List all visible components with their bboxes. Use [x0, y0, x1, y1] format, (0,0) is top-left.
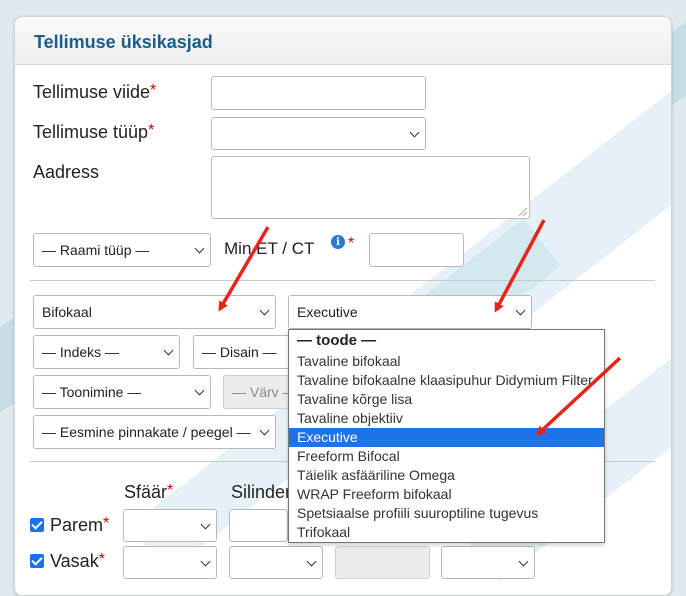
product-dropdown-list[interactable]: — toode — Tavaline bifokaal Tavaline bif… [288, 329, 605, 543]
chevron-down-icon [200, 556, 211, 566]
address-textarea[interactable] [211, 156, 530, 219]
card-title: Tellimuse üksikasjad [34, 32, 213, 52]
frame-type-select[interactable]: — Raami tüüp — [33, 233, 211, 267]
min-et-ct-input[interactable] [369, 233, 464, 267]
dropdown-option[interactable]: Trifokaal [289, 523, 604, 542]
section-divider [30, 280, 655, 281]
dropdown-option[interactable]: Täielik asfääriline Omega [289, 466, 604, 485]
index-select[interactable]: — Indeks — [33, 335, 180, 369]
min-et-ct-label: Min ET / CT [224, 239, 315, 258]
chevron-down-icon [306, 556, 317, 566]
lens-type-select[interactable]: Bifokaal [33, 295, 276, 329]
chevron-down-icon [259, 425, 270, 436]
dropdown-option-selected[interactable]: Executive [289, 428, 604, 447]
required-mark: * [348, 235, 355, 252]
info-icon[interactable]: i [331, 235, 345, 249]
chevron-down-icon [200, 519, 211, 529]
order-ref-input[interactable] [211, 76, 426, 110]
dropdown-option[interactable]: Tavaline bifokaal [289, 352, 604, 371]
chevron-down-icon [515, 305, 526, 316]
coating-select[interactable]: — Eesmine pinnakate / peegel — [33, 415, 276, 449]
order-type-select[interactable] [211, 117, 426, 150]
dropdown-option[interactable]: Tavaline objektiiv [289, 409, 604, 428]
address-label: Aadress [33, 162, 100, 182]
right-cylinder-select[interactable] [229, 509, 288, 542]
tinting-select[interactable]: — Toonimine — [33, 375, 211, 409]
dropdown-option[interactable]: WRAP Freeform bifokaal [289, 485, 604, 504]
order-type-label: Tellimuse tüüp* [33, 122, 155, 142]
right-sphere-select[interactable] [123, 509, 217, 542]
order-ref-label: Tellimuse viide* [33, 82, 157, 102]
chevron-down-icon [259, 305, 270, 316]
left-cylinder-select[interactable] [229, 546, 323, 579]
left-add-select[interactable] [441, 546, 535, 579]
left-axis-input [335, 546, 430, 579]
right-eye-checkbox[interactable] [30, 518, 44, 532]
dropdown-option[interactable]: Tavaline bifokaalne klaasipuhur Didymium… [289, 371, 604, 390]
chevron-down-icon [518, 556, 529, 566]
chevron-down-icon [163, 345, 174, 356]
color-select: — Värv — [223, 375, 293, 409]
dropdown-option[interactable]: Spetsiaalse profiili suuroptiline tugevu… [289, 504, 604, 523]
resize-grip-icon[interactable] [519, 208, 527, 216]
right-eye-label: Parem* [50, 515, 110, 535]
left-sphere-select[interactable] [123, 546, 217, 579]
dropdown-group-label: — toode — [297, 332, 377, 349]
left-eye-checkbox[interactable] [30, 554, 44, 568]
card-header: Tellimuse üksikasjad [15, 17, 671, 65]
chevron-down-icon [194, 243, 205, 254]
left-eye-label: Vasak* [50, 551, 105, 571]
chevron-down-icon [194, 385, 205, 396]
dropdown-option[interactable]: Tavaline kõrge lisa [289, 390, 604, 409]
product-select[interactable]: Executive [288, 295, 532, 329]
dropdown-option[interactable]: Freeform Bifocal [289, 447, 604, 466]
cylinder-header: Silinder [231, 482, 288, 502]
chevron-down-icon [409, 127, 420, 137]
sphere-header: Sfäär* [124, 482, 174, 502]
design-select[interactable]: — Disain — [193, 335, 293, 369]
